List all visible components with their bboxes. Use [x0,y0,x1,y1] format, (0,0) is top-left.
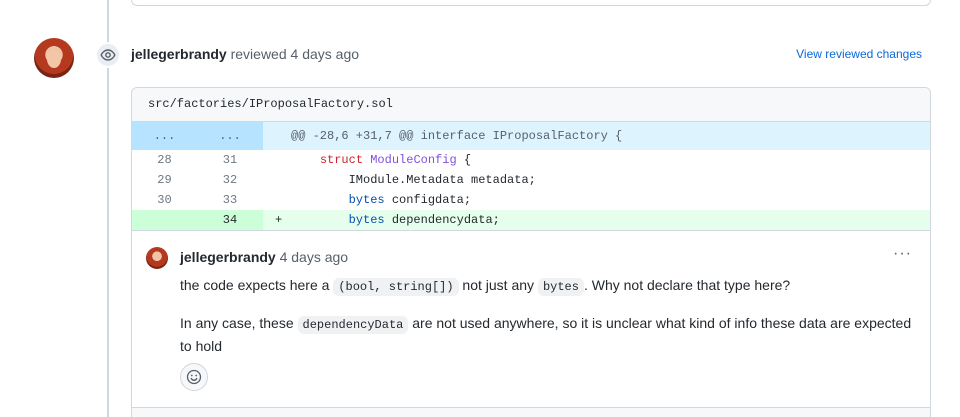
code-line: bytes configdata; [263,190,471,210]
comment-time[interactable]: 4 days ago [280,249,349,265]
code-token: { [456,153,472,167]
review-comment: jellegerbrandy 4 days ago ··· the code e… [132,230,930,417]
diff-line: 28 31 struct ModuleConfig { [132,150,930,170]
diff-line: 29 32 IModule.Metadata metadata; [132,170,930,190]
review-author-link[interactable]: jellegerbrandy [131,46,227,62]
comment-text: not just any [458,277,538,293]
expand-down-button[interactable]: ... [197,122,263,150]
eye-icon [95,42,121,68]
hunk-text: @@ -28,6 +31,7 @@ interface IProposalFac… [291,129,623,143]
review-time[interactable]: 4 days ago [291,46,360,62]
inline-code: dependencyData [297,316,409,334]
old-line-number[interactable]: 30 [132,190,197,210]
diff-line: 34 + bytes dependencydata; [132,210,930,230]
diff-sign: + [275,213,283,227]
reviewer-avatar[interactable] [34,38,74,78]
code-token: configdata; [384,193,472,207]
smiley-icon [186,369,202,385]
file-diff-box: src/factories/IProposalFactory.sol ... .… [131,87,931,417]
add-reaction-button[interactable] [180,363,208,391]
inline-code: bytes [537,278,584,296]
comment-header: jellegerbrandy 4 days ago [180,249,348,265]
comment-paragraph-2: In any case, these dependencyData are no… [180,313,920,357]
code-token: struct [319,153,364,167]
code-token: bytes [348,213,385,227]
view-reviewed-changes-link[interactable]: View reviewed changes [796,47,922,61]
reply-bar[interactable] [132,407,930,417]
comment-text: the code expects here a [180,277,334,293]
new-line-number[interactable]: 31 [197,150,263,170]
more-options-icon[interactable]: ··· [893,245,912,263]
code-token: bytes [348,193,385,207]
comment-author-link[interactable]: jellegerbrandy [180,249,276,265]
comment-avatar[interactable] [146,247,168,269]
previous-timeline-item [131,0,931,6]
review-action: reviewed [230,46,287,62]
comment-text: In any case, these [180,315,298,331]
code-line: struct ModuleConfig { [263,150,471,170]
code-token: dependencydata; [384,213,500,227]
new-line-number[interactable]: 33 [197,190,263,210]
code-token: IModule.Metadata metadata; [348,173,536,187]
inline-code: (bool, string[]) [333,278,459,296]
old-line-number[interactable]: 29 [132,170,197,190]
hunk-header: ... ... @@ -28,6 +31,7 @@ interface IPro… [132,122,930,150]
code-line: + bytes dependencydata; [263,210,500,230]
file-path[interactable]: src/factories/IProposalFactory.sol [132,88,930,122]
comment-body: the code expects here a (bool, string[])… [180,275,920,372]
comment-paragraph-1: the code expects here a (bool, string[])… [180,275,920,298]
review-header: jellegerbrandy reviewed 4 days ago [131,46,359,62]
old-line-number[interactable] [132,210,197,230]
old-line-number[interactable]: 28 [132,150,197,170]
code-token: ModuleConfig [370,153,457,167]
diff-lines: 28 31 struct ModuleConfig {29 32 IModule.M… [132,150,930,230]
expand-up-button[interactable]: ... [132,122,197,150]
comment-text: . Why not declare that type here? [583,277,791,293]
diff-line: 30 33 bytes configdata; [132,190,930,210]
new-line-number[interactable]: 34 [197,210,263,230]
code-line: IModule.Metadata metadata; [263,170,536,190]
new-line-number[interactable]: 32 [197,170,263,190]
